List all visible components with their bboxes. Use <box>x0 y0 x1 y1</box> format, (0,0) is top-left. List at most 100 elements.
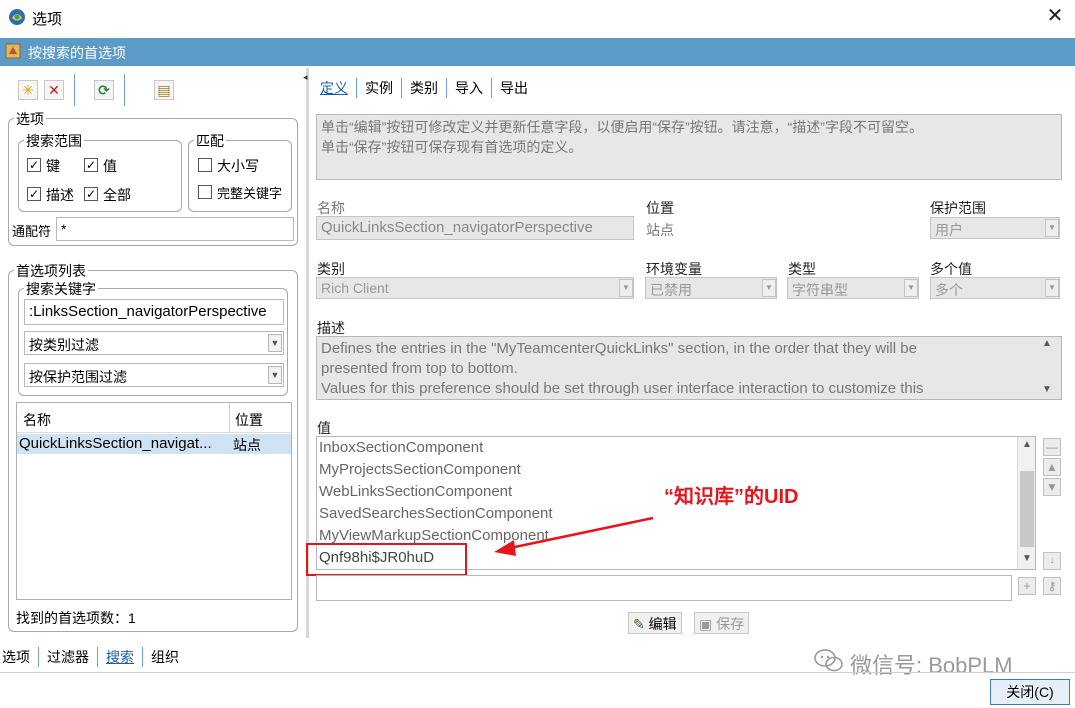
chevron-down-icon[interactable]: ▼ <box>268 366 282 384</box>
new-preference-icon[interactable]: ✳ <box>18 80 38 100</box>
app-logo-icon <box>9 9 25 25</box>
values-label: 值 <box>317 420 331 436</box>
case-checkbox[interactable] <box>198 158 212 172</box>
collapse-arrow-icon[interactable]: ◂ <box>303 72 308 83</box>
preferences-icon <box>5 43 21 59</box>
protection-select: 用户 <box>930 217 1060 239</box>
chevron-down-icon[interactable]: ▼ <box>268 334 282 352</box>
footer-divider <box>0 672 1075 673</box>
tab-options[interactable]: 选项 <box>0 647 39 667</box>
edit-button[interactable]: ✎ 编辑 <box>628 612 682 634</box>
window-close-icon[interactable]: ✕ <box>1044 4 1066 28</box>
column-header-location[interactable]: 位置 <box>235 410 263 430</box>
scroll-down-icon[interactable]: ▼ <box>1022 553 1032 564</box>
info-text-line: 单击“保存”按钮可保存现有首选项的定义。 <box>321 139 583 155</box>
description-line: Values for this preference should be set… <box>321 380 924 397</box>
row-location: 站点 <box>233 437 261 453</box>
scroll-down-icon[interactable]: ▼ <box>1042 384 1052 395</box>
scrollbar-thumb[interactable] <box>1020 471 1034 547</box>
annotation-label: “知识库”的UID <box>664 486 799 508</box>
tab-organize[interactable]: 组织 <box>143 647 187 667</box>
toolbar-separator <box>124 74 125 106</box>
values-scrollbar[interactable]: ▲ ▼ <box>1017 437 1035 569</box>
protection-value: 用户 <box>935 222 963 238</box>
add-value-icon[interactable]: + <box>1018 577 1036 595</box>
report-icon[interactable]: ▤ <box>154 80 174 100</box>
key-checkbox-label: 键 <box>46 158 60 174</box>
search-key-input[interactable]: :LinksSection_navigatorPerspective <box>24 299 284 325</box>
category-filter-value: 按类别过滤 <box>29 337 99 353</box>
name-label: 名称 <box>317 200 345 216</box>
watermark-text: 微信号: BobPLM <box>850 653 1013 678</box>
move-down-icon[interactable]: ▼ <box>1043 478 1061 496</box>
env-label: 环境变量 <box>646 261 702 277</box>
description-line: Defines the entries in the "MyTeamcenter… <box>321 340 917 357</box>
delete-preference-icon[interactable]: ✕ <box>44 80 64 100</box>
multi-value-select: 多个 <box>930 277 1060 299</box>
chevron-down-icon: ▼ <box>1045 279 1059 297</box>
row-name: QuickLinksSection_navigat... <box>19 435 212 452</box>
desc-checkbox-label: 描述 <box>46 187 74 203</box>
chevron-down-icon: ▼ <box>904 279 918 297</box>
results-table: 名称 位置 QuickLinksSection_navigat... 站点 <box>16 402 292 600</box>
move-up-icon[interactable]: ▲ <box>1043 458 1061 476</box>
tab-filters[interactable]: 过滤器 <box>39 647 98 667</box>
tab-definition[interactable]: 定义 <box>312 78 357 98</box>
refresh-icon[interactable]: ⟳ <box>94 80 114 100</box>
multi-value-label: 多个值 <box>930 261 972 277</box>
location-label: 位置 <box>646 200 674 216</box>
tab-search[interactable]: 搜索 <box>98 647 143 667</box>
tab-import[interactable]: 导入 <box>447 78 492 98</box>
tab-export[interactable]: 导出 <box>492 78 536 98</box>
protection-label: 保护范围 <box>930 200 986 216</box>
sort-icon[interactable]: ↓ <box>1043 552 1061 570</box>
left-panel: ✳ ✕ ⟳ ▤ 选项 搜索范围 ✓ 键 ✓ 值 ✓ 描述 ✓ 全部 匹配 大小写… <box>2 68 306 638</box>
protection-filter-value: 按保护范围过滤 <box>29 369 127 385</box>
whole-keyword-checkbox[interactable] <box>198 185 212 199</box>
tab-category[interactable]: 类别 <box>402 78 447 98</box>
category-label: 类别 <box>317 261 345 277</box>
key-checkbox[interactable]: ✓ <box>27 158 41 172</box>
scroll-up-icon[interactable]: ▲ <box>1022 439 1032 450</box>
description-label: 描述 <box>317 320 345 336</box>
panel-header-title: 按搜索的首选项 <box>28 45 126 61</box>
env-value: 已禁用 <box>650 282 692 298</box>
edit-button-label: 编辑 <box>648 616 677 632</box>
tab-instances[interactable]: 实例 <box>357 78 402 98</box>
type-label: 类型 <box>788 261 816 277</box>
edit-icon: ✎ <box>633 616 645 632</box>
remove-value-icon[interactable]: — <box>1043 438 1061 456</box>
wildcard-label: 通配符 <box>12 224 52 239</box>
category-filter-select[interactable]: 按类别过滤 <box>24 331 284 355</box>
close-button[interactable]: 关闭(C) <box>990 679 1070 705</box>
value-checkbox-label: 值 <box>103 158 117 174</box>
type-value: 字符串型 <box>792 282 848 298</box>
toolbar-separator <box>74 74 75 106</box>
value-checkbox[interactable]: ✓ <box>84 158 98 172</box>
match-legend: 匹配 <box>194 131 226 151</box>
chevron-down-icon: ▼ <box>619 279 633 297</box>
wildcard-input[interactable]: * <box>56 217 294 241</box>
desc-checkbox[interactable]: ✓ <box>27 187 41 201</box>
table-header: 名称 位置 <box>17 403 291 433</box>
panel-header: 按搜索的首选项 <box>0 38 1075 66</box>
window-title: 选项 <box>32 11 63 28</box>
uid-highlight-box <box>306 543 467 576</box>
scroll-up-icon[interactable]: ▲ <box>1042 338 1052 349</box>
description-box: Defines the entries in the "MyTeamcenter… <box>316 336 1062 400</box>
window-titlebar: 选项 ✕ <box>0 0 1075 34</box>
save-button-label: 保存 <box>716 616 745 632</box>
column-header-name[interactable]: 名称 <box>23 410 51 430</box>
new-value-input[interactable] <box>316 575 1012 601</box>
save-icon: ▣ <box>699 616 713 632</box>
table-row[interactable]: QuickLinksSection_navigat... 站点 <box>17 434 291 454</box>
annotation-arrow-icon <box>494 516 654 556</box>
list-item[interactable]: MyProjectsSectionComponent <box>317 459 1035 481</box>
protection-filter-select[interactable]: 按保护范围过滤 <box>24 363 284 387</box>
save-button[interactable]: ▣ 保存 <box>694 612 750 634</box>
list-item[interactable]: InboxSectionComponent <box>317 437 1035 459</box>
category-select: Rich Client <box>316 277 634 299</box>
all-checkbox[interactable]: ✓ <box>84 187 98 201</box>
key-icon[interactable]: ⚷ <box>1043 577 1061 595</box>
found-count: 找到的首选项数：1 <box>16 610 136 626</box>
